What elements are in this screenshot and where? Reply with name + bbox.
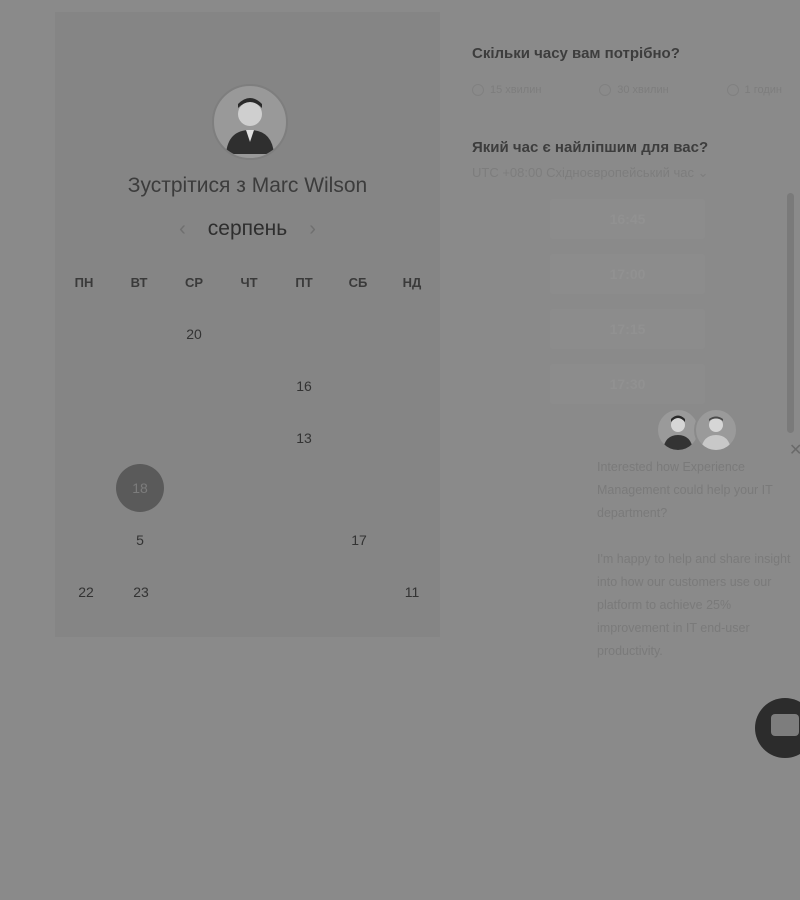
weekday-sun: НД: [402, 275, 422, 290]
time-slot[interactable]: 17:00: [550, 254, 705, 294]
weekday-thu: ЧТ: [240, 275, 258, 290]
person-avatar-icon: [701, 416, 731, 450]
timezone-select[interactable]: UTC +08:00 Східноєвропейський час ⌄: [472, 165, 708, 181]
person-avatar-icon: [663, 415, 693, 450]
duration-options: 15 хвилин 30 хвилин 1 годин: [472, 84, 782, 96]
time-slot[interactable]: 17:30: [550, 364, 705, 404]
chat-bubble-icon: [771, 714, 799, 736]
chat-message-detail: I'm happy to help and share insight into…: [597, 552, 791, 658]
duration-option-60[interactable]: 1 годин: [726, 84, 782, 96]
radio-icon: [472, 84, 484, 96]
chevron-right-icon[interactable]: ›: [309, 219, 316, 239]
calendar-day[interactable]: 11: [388, 568, 436, 616]
host-title: Зустрітися з Marc Wilson: [127, 174, 368, 197]
calendar-day[interactable]: 16: [280, 362, 328, 410]
duration-label: 1 годин: [744, 84, 782, 96]
slots-scrollbar[interactable]: [787, 193, 794, 433]
person-avatar-icon: [226, 98, 274, 154]
duration-label: 15 хвилин: [490, 84, 542, 96]
month-nav: ‹ серпень ›: [55, 217, 440, 241]
radio-icon: [726, 84, 739, 96]
calendar-day[interactable]: 23: [117, 568, 165, 616]
duration-label: 30 хвилин: [617, 84, 669, 96]
weekday-wed: СР: [184, 275, 204, 290]
calendar-day[interactable]: 17: [335, 516, 383, 564]
duration-option-30[interactable]: 30 хвилин: [599, 84, 669, 96]
time-slot[interactable]: 16:45: [550, 199, 705, 239]
chevron-left-icon[interactable]: ‹: [179, 219, 186, 239]
host-avatar: [212, 84, 288, 160]
duration-question: Скільки часу вам потрібно?: [472, 45, 680, 62]
calendar-day-selected[interactable]: 18: [116, 464, 164, 512]
time-question: Який час є найліпшим для вас?: [472, 139, 709, 156]
weekday-sat: СБ: [348, 275, 368, 290]
agent-avatars: [656, 408, 738, 452]
duration-option-15[interactable]: 15 хвилин: [472, 84, 541, 96]
radio-icon: [599, 84, 612, 96]
calendar-day[interactable]: 5: [116, 516, 164, 564]
calendar-day[interactable]: 22: [62, 568, 110, 616]
month-label: серпень: [207, 217, 288, 240]
weekday-tue: ВТ: [130, 275, 148, 290]
calendar-day[interactable]: 13: [280, 414, 328, 462]
weekday-fri: ПТ: [295, 275, 313, 290]
agent-avatar: [694, 408, 738, 452]
weekday-mon: ПН: [74, 275, 94, 290]
calendar-day[interactable]: 20: [170, 310, 218, 358]
chat-message-intro: Interested how Experience Management cou…: [597, 460, 773, 520]
time-slot[interactable]: 17:15: [550, 309, 705, 349]
chat-launcher-button[interactable]: [755, 698, 800, 758]
